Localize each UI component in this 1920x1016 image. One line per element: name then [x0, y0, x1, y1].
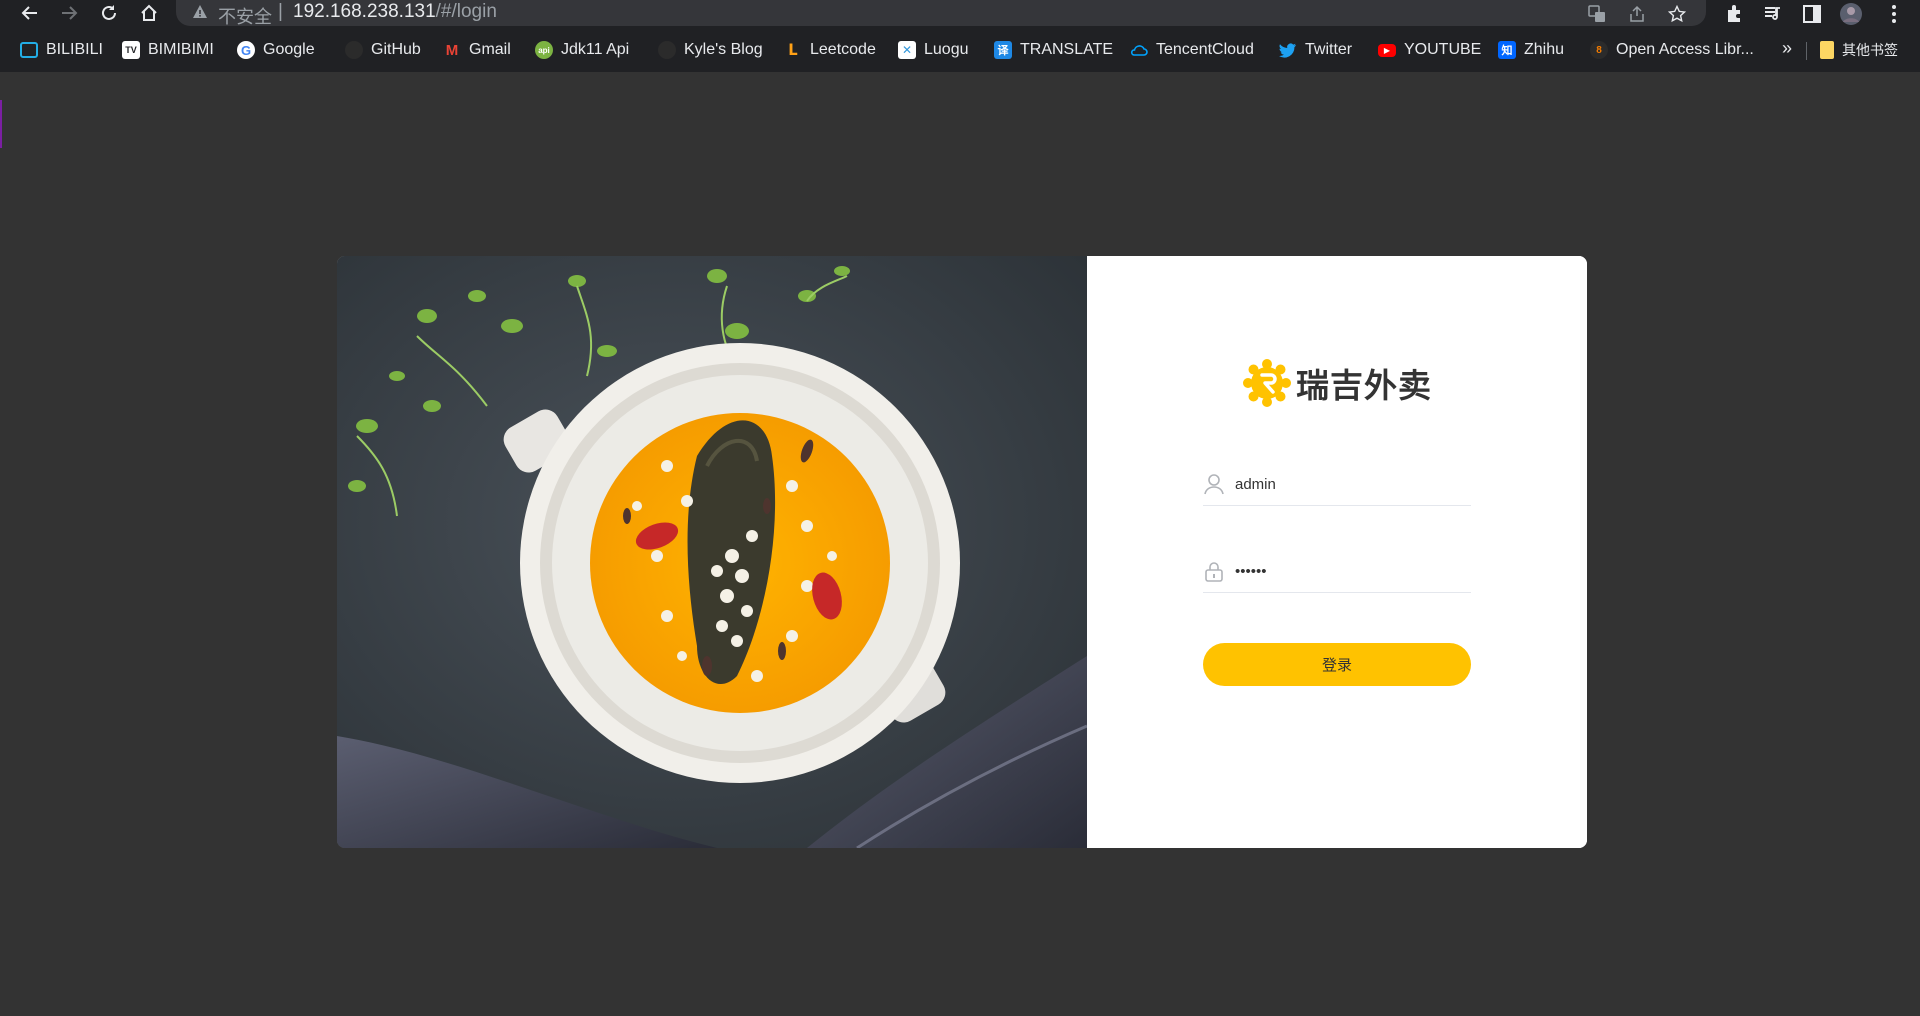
java-icon: api: [535, 41, 553, 59]
openaccess-icon: 8: [1590, 41, 1608, 59]
bookmark-label: Jdk11 Api: [561, 41, 630, 58]
blog-icon: [658, 41, 676, 59]
url-host: 192.168.238.131: [293, 1, 436, 22]
bookmark-label: Zhihu: [1524, 41, 1565, 58]
sidepanel-icon[interactable]: [1800, 2, 1824, 26]
extensions-icon[interactable]: [1722, 2, 1746, 26]
bookmark-label: 其他书签: [1842, 43, 1898, 59]
bookmark-luogu[interactable]: ✕ Luogu: [898, 38, 969, 62]
back-arrow-icon[interactable]: [14, 0, 46, 26]
youtube-icon: ▶: [1378, 43, 1396, 57]
browser-toolbar: 不安全 | 192.168.238.131/#/login: [0, 0, 1920, 28]
bookmark-bimibimi[interactable]: TV BIMIBIMI: [122, 38, 214, 62]
cloud-icon: [1130, 41, 1148, 59]
bookmark-label: Gmail: [469, 41, 511, 58]
food-photo-illustration: [337, 256, 1088, 848]
bookmarks-bar: BILIBILI TV BIMIBIMI G Google GitHub M G…: [0, 28, 1920, 72]
bookmark-bilibili[interactable]: BILIBILI: [20, 38, 103, 62]
bookmark-label: Luogu: [924, 41, 969, 58]
username-field[interactable]: [1203, 465, 1471, 506]
username-input[interactable]: [1235, 471, 1465, 497]
share-icon[interactable]: [1626, 3, 1648, 25]
lock-icon: [1205, 562, 1223, 582]
bookmark-label: GitHub: [371, 41, 421, 58]
bookmarks-overflow-chevron[interactable]: »: [1782, 38, 1792, 59]
translate-icon: 译: [994, 41, 1012, 59]
bookmark-youtube[interactable]: ▶ YOUTUBE: [1378, 38, 1481, 62]
url-text[interactable]: 192.168.238.131/#/login: [293, 1, 497, 23]
omnibox-separator: |: [278, 1, 283, 22]
food-photo: [337, 256, 1088, 848]
translate-icon[interactable]: [1586, 3, 1608, 25]
bookmark-label: YOUTUBE: [1404, 41, 1482, 58]
media-icon[interactable]: [1761, 2, 1785, 26]
bookmark-other-folder[interactable]: 其他书签: [1820, 38, 1898, 62]
bookmark-label: TencentCloud: [1156, 41, 1254, 58]
bookmark-github[interactable]: GitHub: [345, 38, 421, 62]
brand-sun-icon: [1243, 359, 1291, 407]
login-button[interactable]: 登录: [1203, 643, 1471, 686]
zhihu-icon: 知: [1498, 41, 1516, 59]
bookmark-open-access-library[interactable]: 8 Open Access Libr...: [1590, 38, 1754, 62]
github-icon: [345, 41, 363, 59]
bookmark-gmail[interactable]: M Gmail: [443, 38, 511, 62]
forward-arrow-icon[interactable]: [53, 0, 85, 26]
bookmark-translate[interactable]: 译 TRANSLATE: [994, 38, 1113, 62]
bookmark-jdk11-api[interactable]: api Jdk11 Api: [535, 38, 629, 62]
reload-icon[interactable]: [93, 0, 125, 26]
bookmark-kyles-blog[interactable]: Kyle's Blog: [658, 38, 763, 62]
google-icon: G: [237, 41, 255, 59]
star-icon[interactable]: [1666, 3, 1688, 25]
bookmark-label: BIMIBIMI: [148, 41, 214, 58]
bookmark-google[interactable]: G Google: [237, 38, 315, 62]
bookmark-label: Google: [263, 41, 315, 58]
bookmark-label: BILIBILI: [46, 41, 103, 58]
login-form-panel: 瑞吉外卖 登录: [1087, 256, 1587, 848]
profile-avatar[interactable]: [1839, 2, 1863, 26]
bookmarks-divider: [1806, 42, 1807, 60]
luogu-icon: ✕: [898, 41, 916, 59]
address-bar[interactable]: 不安全 | 192.168.238.131/#/login: [176, 0, 1706, 28]
url-path: /#/login: [435, 1, 497, 22]
bookmark-tencentcloud[interactable]: TencentCloud: [1130, 38, 1254, 62]
bookmark-label: Twitter: [1305, 41, 1353, 58]
folder-icon: [1820, 41, 1834, 59]
menu-icon[interactable]: [1882, 2, 1906, 26]
password-input[interactable]: [1235, 558, 1465, 584]
leetcode-icon: ᒪ: [788, 42, 798, 59]
window-edge-accent: [0, 100, 2, 148]
user-icon: [1204, 474, 1224, 495]
home-icon[interactable]: [133, 0, 165, 26]
login-card: 瑞吉外卖 登录: [337, 256, 1587, 848]
bookmark-twitter[interactable]: Twitter: [1279, 38, 1352, 62]
gmail-icon: M: [445, 41, 459, 59]
twitter-icon: [1279, 41, 1297, 59]
brand-name: 瑞吉外卖: [1296, 366, 1432, 405]
bookmark-label: Leetcode: [810, 41, 876, 58]
bookmark-zhihu[interactable]: 知 Zhihu: [1498, 38, 1564, 62]
password-field[interactable]: [1203, 552, 1471, 593]
bookmark-label: Kyle's Blog: [684, 41, 763, 58]
security-label: 不安全: [218, 7, 272, 28]
bookmark-label: Open Access Libr...: [1616, 41, 1754, 58]
bilibili-icon: [20, 42, 38, 58]
bookmark-label: TRANSLATE: [1020, 41, 1114, 58]
bimibimi-icon: TV: [122, 41, 140, 59]
brand-logo: 瑞吉外卖: [1242, 358, 1432, 408]
warning-icon[interactable]: [192, 4, 208, 25]
bookmark-leetcode[interactable]: ᒪ Leetcode: [784, 38, 876, 62]
